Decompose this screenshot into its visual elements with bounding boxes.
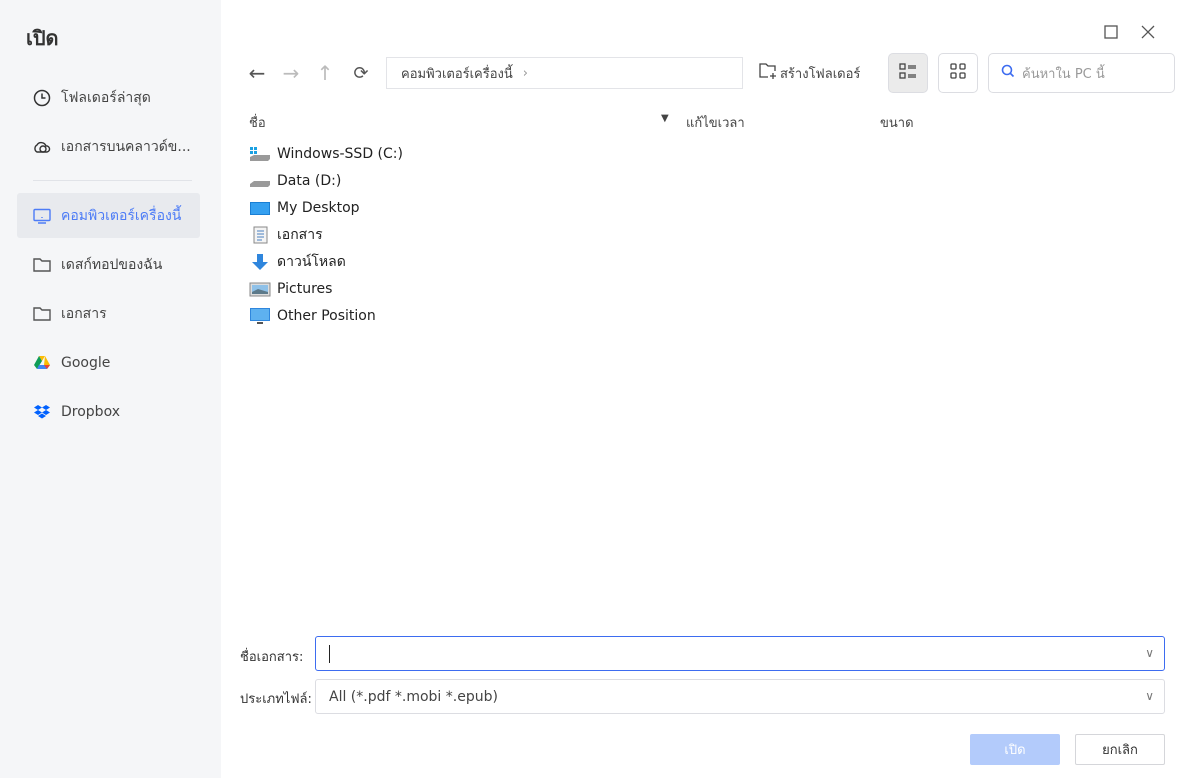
sidebar-item-google[interactable]: Google: [17, 340, 200, 385]
google-drive-icon: [32, 353, 52, 373]
text-caret: [329, 644, 330, 663]
up-button[interactable]: ↑: [313, 60, 337, 86]
sidebar-item-this-pc[interactable]: คอมพิวเตอร์เครื่องนี้: [17, 193, 200, 238]
column-modified[interactable]: แก้ไขเวลา: [686, 112, 745, 133]
breadcrumb-item[interactable]: คอมพิวเตอร์เครื่องนี้: [401, 63, 513, 84]
search-placeholder: ค้นหาใน PC นี้: [1022, 66, 1105, 82]
pictures-icon: [249, 280, 271, 298]
drive-icon: [249, 172, 271, 190]
refresh-button[interactable]: ⟳: [349, 60, 373, 86]
document-icon: [249, 226, 271, 244]
sidebar-item-recent[interactable]: โฟลเดอร์ล่าสุด: [17, 75, 200, 120]
back-button[interactable]: ←: [245, 60, 269, 86]
sidebar-item-label: Google: [61, 354, 111, 371]
file-name: Windows-SSD (C:): [277, 146, 403, 162]
file-name: ดาวน์โหลด: [277, 254, 346, 270]
search-input[interactable]: ค้นหาใน PC นี้: [988, 53, 1175, 93]
folder-icon: [32, 304, 52, 324]
dropbox-icon: [32, 402, 52, 422]
sidebar-item-label: เดสก์ทอปของฉัน: [61, 256, 163, 273]
file-row[interactable]: Windows-SSD (C:): [249, 141, 403, 167]
sidebar-item-my-desktop[interactable]: เดสก์ทอปของฉัน: [17, 242, 200, 287]
maximize-button[interactable]: [1101, 22, 1121, 42]
close-button[interactable]: [1138, 22, 1158, 42]
monitor-icon: [32, 206, 52, 226]
file-row[interactable]: ดาวน์โหลด: [249, 249, 346, 275]
filename-input[interactable]: ∨: [315, 636, 1165, 671]
grid-view-button[interactable]: [938, 53, 978, 93]
search-icon: [1001, 64, 1015, 82]
download-icon: [249, 253, 271, 271]
new-folder-icon: [759, 62, 777, 84]
sidebar-item-label: คอมพิวเตอร์เครื่องนี้: [61, 207, 182, 224]
file-name: Data (D:): [277, 173, 342, 189]
main-pane: ← → ↑ ⟳ คอมพิวเตอร์เครื่องนี้ › สร้างโฟล…: [221, 0, 1192, 778]
filetype-value: All (*.pdf *.mobi *.epub): [329, 688, 498, 705]
breadcrumb[interactable]: คอมพิวเตอร์เครื่องนี้ ›: [386, 57, 743, 89]
file-row[interactable]: เอกสาร: [249, 222, 323, 248]
sidebar-item-cloud[interactable]: เอกสารบนคลาวด์ข...: [17, 124, 200, 169]
list-view-icon: [899, 63, 917, 83]
dialog-title: เปิด: [26, 26, 59, 50]
column-size[interactable]: ขนาด: [880, 112, 914, 133]
filename-label: ชื่อเอกสาร:: [240, 650, 304, 665]
sidebar-item-label: เอกสาร: [61, 305, 107, 322]
windows-drive-icon: [249, 145, 271, 163]
filetype-label: ประเภทไฟล์:: [240, 692, 312, 707]
chevron-down-icon[interactable]: ∨: [1145, 689, 1154, 703]
desktop-icon: [249, 199, 271, 217]
file-row[interactable]: Data (D:): [249, 168, 341, 194]
file-name: เอกสาร: [277, 227, 323, 243]
file-name: Pictures: [277, 281, 333, 297]
sidebar: เปิด โฟลเดอร์ล่าสุด เอกสารบนคลาวด์ข... ค…: [0, 0, 221, 778]
filetype-select[interactable]: All (*.pdf *.mobi *.epub) ∨: [315, 679, 1165, 714]
chevron-right-icon: ›: [522, 65, 528, 81]
sidebar-item-label: โฟลเดอร์ล่าสุด: [61, 89, 151, 106]
forward-button[interactable]: →: [279, 60, 303, 86]
clock-icon: [32, 88, 52, 108]
sidebar-divider: [33, 180, 192, 181]
sidebar-item-label: เอกสารบนคลาวด์ข...: [61, 138, 191, 155]
sidebar-item-documents[interactable]: เอกสาร: [17, 291, 200, 336]
list-view-button[interactable]: [888, 53, 928, 93]
chevron-down-icon[interactable]: ∨: [1145, 646, 1154, 660]
file-row[interactable]: My Desktop: [249, 195, 360, 221]
file-name: My Desktop: [277, 200, 360, 216]
file-row[interactable]: Other Position: [249, 303, 376, 329]
sidebar-item-dropbox[interactable]: Dropbox: [17, 389, 200, 434]
monitor-icon: [249, 307, 271, 325]
open-button[interactable]: เปิด: [970, 734, 1060, 765]
new-folder-label: สร้างโฟลเดอร์: [780, 66, 861, 82]
cloud-icon: [32, 137, 52, 157]
grid-view-icon: [950, 63, 966, 83]
cancel-button[interactable]: ยกเลิก: [1075, 734, 1165, 765]
new-folder-button[interactable]: สร้างโฟลเดอร์: [759, 62, 860, 84]
column-name[interactable]: ชื่อ: [249, 112, 266, 133]
file-name: Other Position: [277, 308, 376, 324]
sort-down-icon[interactable]: ▼: [661, 113, 669, 124]
folder-icon: [32, 255, 52, 275]
sidebar-item-label: Dropbox: [61, 403, 120, 420]
file-row[interactable]: Pictures: [249, 276, 332, 302]
